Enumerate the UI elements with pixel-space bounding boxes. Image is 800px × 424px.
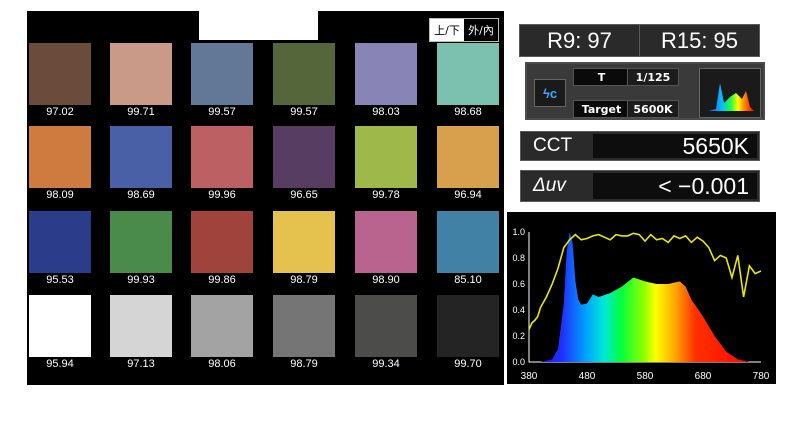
toggle-option-outer-inner[interactable]: 外/內 [464,19,498,41]
color-swatch [29,211,91,273]
color-swatch [29,295,91,357]
color-swatch [110,211,172,273]
x-tick-label: 680 [695,371,712,382]
color-swatch [355,126,417,188]
color-swatch [110,126,172,188]
color-swatch [191,295,253,357]
toggle-option-up-down[interactable]: 上/下 [430,19,464,41]
swatch-value: 98.09 [46,189,74,201]
swatch-value: 97.02 [46,106,74,118]
spectrum-chart: 1.0 0.8 0.6 0.4 0.2 0.0 380 480 580 680 780 [507,212,776,384]
shutter-label: T [597,70,606,84]
color-swatch [29,43,91,105]
spectrum-area [529,232,761,362]
color-swatch [273,43,335,105]
swatch-value: 98.68 [454,106,482,118]
x-tick-label: 780 [753,371,770,382]
y-tick-label: 0.0 [512,357,525,367]
color-swatch [355,295,417,357]
swatch-value: 99.71 [127,106,155,118]
cct-readout: CCT 5650K [520,131,760,161]
swatch-value: 85.10 [454,274,482,286]
swatch-value: 98.03 [372,106,400,118]
duv-readout: Δuv < −0.001 [520,170,760,202]
y-tick-label: 0.8 [512,253,525,263]
color-swatch [437,126,499,188]
r9-value: R9: 97 [547,27,612,53]
swatch-value: 97.13 [127,358,155,370]
swatch-value: 99.57 [290,106,318,118]
x-tick-label: 380 [521,371,538,382]
color-swatch [437,211,499,273]
swatch-value: 96.94 [454,189,482,201]
swatch-value: 95.53 [46,274,74,286]
r15-value: R15: 95 [639,25,759,56]
auto-exposure-icon[interactable]: ϟc [534,79,566,107]
target-value: 5600K [627,101,678,117]
spectrum-svg: 1.0 0.8 0.6 0.4 0.2 0.0 380 480 580 680 780 [512,227,770,382]
swatch-value: 99.86 [208,274,236,286]
y-tick-label: 0.6 [512,279,525,289]
color-swatch [273,211,335,273]
swatch-value: 98.06 [208,358,236,370]
target-row[interactable]: Target 5600K [573,100,679,118]
x-tick-label: 480 [579,371,596,382]
swatch-value: 95.94 [46,358,74,370]
color-swatch [29,126,91,188]
y-tick-label: 0.4 [512,305,525,315]
swatch-value: 98.69 [127,189,155,201]
x-tick-label: 580 [637,371,654,382]
swatch-value: 98.79 [290,274,318,286]
settings-panel: ϟc T 1/125 Target 5600K [525,62,765,120]
color-checker-panel [27,40,504,385]
swatch-value: 98.79 [290,358,318,370]
swatch-value: 99.70 [454,358,482,370]
shutter-value: 1/125 [627,69,678,85]
swatch-value: 99.34 [372,358,400,370]
view-toggle[interactable]: 上/下 外/內 [429,18,499,42]
swatch-value: 99.96 [208,189,236,201]
swatch-value: 96.65 [290,189,318,201]
color-swatch [437,43,499,105]
color-swatch [273,126,335,188]
cct-value: 5650K [593,133,757,159]
color-swatch [110,295,172,357]
color-swatch [110,43,172,105]
swatch-value: 99.78 [372,189,400,201]
color-swatch [191,211,253,273]
target-label: Target [581,102,622,116]
swatch-value: 99.93 [127,274,155,286]
y-tick-label: 0.2 [512,331,525,341]
spectrum-thumbnail-icon[interactable] [699,68,761,118]
swatch-value: 98.90 [372,274,400,286]
color-swatch [273,295,335,357]
duv-label: Δuv [533,175,566,196]
checker-tab-left [27,11,199,41]
color-swatch [355,43,417,105]
y-tick-label: 1.0 [512,227,525,237]
swatch-value: 99.57 [208,106,236,118]
color-swatch [355,211,417,273]
color-swatch [437,295,499,357]
duv-value: < −0.001 [593,173,757,199]
color-swatch [191,126,253,188]
shutter-row[interactable]: T 1/125 [573,68,679,86]
cct-label: CCT [533,135,573,156]
r-values-readout: R9: 97 R15: 95 [519,24,760,57]
color-swatch [191,43,253,105]
